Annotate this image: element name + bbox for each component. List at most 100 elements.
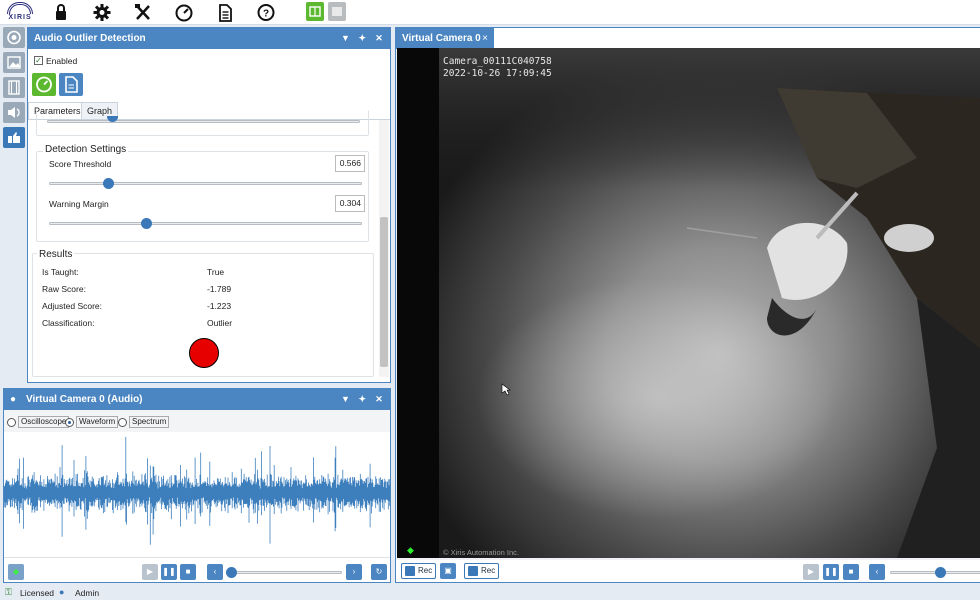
score-threshold-input[interactable]: 0.566 [335,155,365,172]
film-icon[interactable] [3,77,25,98]
user-icon: ● [59,587,65,597]
record-report-label: Rec [481,566,496,575]
result-label: Adjusted Score: [42,301,103,311]
audio-panel-header: ● Virtual Camera 0 (Audio) ▼ ✦ ✕ [4,389,390,410]
play-button[interactable]: ▶ [142,564,158,580]
dropdown-icon[interactable]: ▼ [338,28,352,49]
sidebar [0,25,27,385]
close-icon[interactable]: ✕ [372,389,386,410]
camera-seek-thumb[interactable] [935,567,946,578]
oscilloscope-label: Oscilloscope [18,416,70,428]
outlier-panel-title: Audio Outlier Detection [34,33,146,44]
result-label: Raw Score: [42,284,86,294]
speaker-icon[interactable] [3,102,25,123]
results-title: Results [37,249,75,260]
spectrum-label: Spectrum [129,416,170,428]
score-threshold-thumb[interactable] [103,178,115,189]
next-button[interactable]: › [346,564,362,580]
run-gauge-button[interactable] [32,73,56,96]
warning-margin-input[interactable]: 0.304 [335,195,365,212]
status-bar: ⚿ Licensed ● Admin [0,585,980,600]
stop-button[interactable]: ■ [180,564,196,580]
camera-id-text: Camera_00111C040758 [443,56,552,67]
oscilloscope-radio[interactable]: Oscilloscope [7,416,70,428]
audio-panel-title: Virtual Camera 0 (Audio) [26,394,143,405]
camera-tab[interactable]: Virtual Camera 0 × [396,28,494,49]
audio-seek-thumb[interactable] [226,567,237,578]
top-slider-track[interactable] [47,120,360,123]
pause-button[interactable]: ❚❚ [161,564,177,580]
tab-strip [494,28,980,49]
warning-margin-label: Warning Margin [49,199,109,209]
snapshot-button[interactable]: ▣ [440,563,456,579]
camera-pause-button[interactable]: ❚❚ [823,564,839,580]
top-toolbar: XIRIS ? [0,0,980,25]
camera-prev-button[interactable]: ‹ [869,564,885,580]
svg-text:?: ? [263,9,269,20]
record-video-button[interactable]: Rec [401,563,437,579]
camera-tab-close-icon[interactable]: × [482,28,488,49]
result-label: Is Taught: [42,267,79,277]
camera-stop-button[interactable]: ■ [843,564,859,580]
gauge-icon[interactable] [174,3,194,22]
image-icon[interactable] [3,52,25,73]
xiris-logo: XIRIS [4,2,36,23]
help-icon[interactable]: ? [256,3,276,22]
live-dot: ◆ [407,546,414,556]
camera-timestamp: 2022-10-26 17:09:45 [443,68,552,79]
record-report-button[interactable]: Rec [464,563,500,579]
enabled-checkbox[interactable]: ✓ [34,56,43,65]
plugin-icon[interactable] [3,127,25,148]
audio-controls-divider [4,557,390,558]
weld-image: ◆ [397,48,980,558]
tools-icon[interactable] [133,3,153,22]
close-icon[interactable]: ✕ [372,28,386,49]
license-status: Licensed [20,588,55,598]
camera-watermark: © Xiris Automation Inc. [443,548,519,557]
audio-waveform [4,436,390,545]
detection-settings-title: Detection Settings [43,144,129,155]
camera-play-button[interactable]: ▶ [803,564,819,580]
outlier-scrollbar-thumb[interactable] [380,217,388,367]
logo-text: XIRIS [8,14,32,21]
enabled-label: Enabled [46,56,78,66]
dropdown-icon[interactable]: ▼ [338,389,352,410]
pin-icon[interactable]: ✦ [355,28,369,49]
result-value: -1.223 [207,301,232,311]
camera-lens-icon[interactable] [3,27,25,48]
export-document-button[interactable] [59,73,83,96]
live-indicator: ◆ [8,564,24,580]
outlier-panel-header: Audio Outlier Detection ▼ ✦ ✕ [28,28,390,49]
waveform-radio[interactable]: Waveform [65,416,119,428]
result-value: -1.789 [207,284,232,294]
waveform-trace [4,436,390,545]
audio-seek-track[interactable] [226,571,342,574]
waveform-label: Waveform [76,416,119,428]
layout-toggle-active[interactable] [306,2,324,21]
result-value: True [207,267,225,277]
audio-panel: ● Virtual Camera 0 (Audio) ▼ ✦ ✕ Oscillo… [3,388,391,583]
warning-margin-thumb[interactable] [141,218,153,229]
warning-margin-track[interactable] [49,222,362,225]
gear-icon[interactable] [92,3,112,22]
score-threshold-track[interactable] [49,182,362,185]
prev-button[interactable]: ‹ [207,564,223,580]
outlier-scrollbar[interactable] [379,120,389,377]
pin-icon[interactable]: ✦ [355,389,369,410]
camera-tab-label: Virtual Camera 0 [402,33,481,44]
outlier-panel: Audio Outlier Detection ▼ ✦ ✕ ✓ Enabled … [27,27,391,383]
lock-icon[interactable] [51,3,71,22]
key-icon: ⚿ [5,587,12,597]
document-icon[interactable] [215,3,235,22]
layout-toggle-inactive[interactable] [328,2,346,21]
user-name: Admin [75,588,100,598]
results-group: Results Is Taught: True Raw Score: -1.78… [32,249,374,377]
result-label: Classification: [42,318,95,328]
microphone-icon: ● [10,394,17,405]
spectrum-radio[interactable]: Spectrum [118,416,170,428]
score-threshold-label: Score Threshold [49,159,112,169]
record-video-label: Rec [418,566,433,575]
refresh-button[interactable]: ↻ [371,564,387,580]
camera-view[interactable]: ◆ Camera_00111C040758 2022-10-26 17:09:4… [397,48,980,558]
result-value: Outlier [207,318,233,328]
